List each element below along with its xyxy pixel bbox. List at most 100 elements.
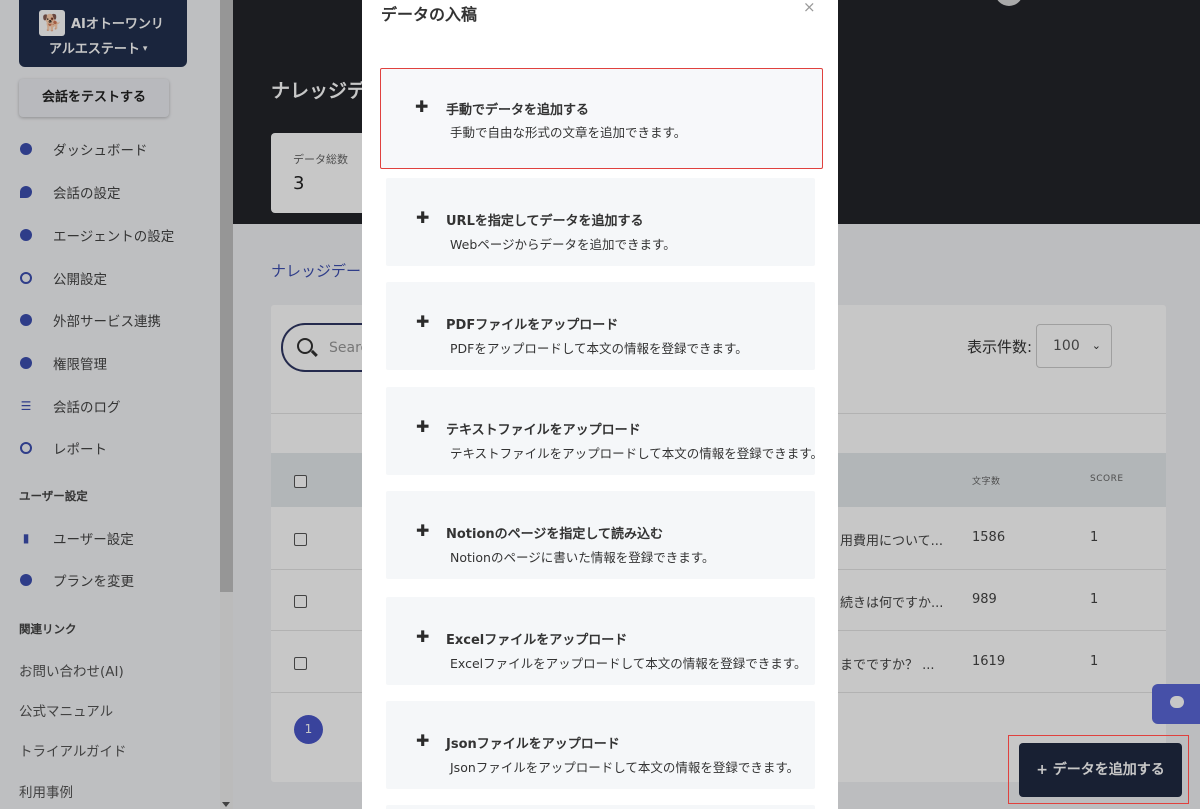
data-count-value: 3	[293, 173, 305, 194]
option-manual-add[interactable]: ✚ 手動でデータを追加する 手動で自由な形式の文章を追加できます。	[380, 68, 823, 169]
option-excel-upload[interactable]: ✚ Excelファイルをアップロード Excelファイルをアップロードして本文の…	[386, 597, 815, 685]
pagination-page-1[interactable]: 1	[294, 715, 323, 744]
plus-icon: ✚	[416, 208, 430, 227]
test-conversation-button[interactable]: 会話をテストする	[19, 79, 169, 117]
sidebar-item-user-settings[interactable]: ▮ ユーザー設定	[19, 526, 134, 550]
option-description: Jsonファイルをアップロードして本文の情報を登録できます。	[450, 760, 800, 775]
row-chars: 989	[972, 592, 997, 607]
row-snippet: 続きは何ですか...	[840, 596, 944, 611]
sidebar-item-label: 権限管理	[53, 357, 107, 373]
highlight-outline	[1008, 735, 1189, 804]
per-page-select[interactable]: 100 ⌄	[1036, 324, 1112, 368]
smiley-icon	[19, 228, 33, 242]
sidebar-item-permissions[interactable]: 権限管理	[19, 351, 107, 375]
plus-icon: ✚	[416, 627, 430, 646]
row-chars: 1619	[972, 654, 1006, 669]
option-title: テキストファイルをアップロード	[446, 423, 641, 438]
option-title: 手動でデータを追加する	[446, 103, 590, 118]
scrollbar-thumb[interactable]	[220, 0, 233, 592]
plus-icon: ✚	[415, 97, 429, 116]
sidebar-item-label: エージェントの設定	[53, 229, 175, 245]
sidebar-item-conversation-settings[interactable]: 会話の設定	[19, 180, 121, 204]
plus-icon: ✚	[416, 312, 430, 331]
sidebar-item-report[interactable]: レポート	[19, 436, 107, 460]
option-title: Jsonファイルをアップロード	[446, 737, 620, 752]
option-text-upload[interactable]: ✚ テキストファイルをアップロード テキストファイルをアップロードして本文の情報…	[386, 387, 823, 475]
sidebar-item-label: 会話のログ	[53, 400, 121, 416]
pie-chart-icon	[19, 142, 33, 156]
sidebar-item-label: 公開設定	[53, 272, 107, 288]
close-icon[interactable]: ×	[803, 0, 816, 16]
scroll-down-arrow-icon[interactable]	[222, 802, 230, 807]
breadcrumb[interactable]: ナレッジデー	[271, 260, 361, 281]
page-title: ナレッジデ	[271, 80, 367, 102]
per-page-value: 100	[1053, 338, 1080, 354]
row-score: 1	[1090, 592, 1099, 607]
search-icon	[297, 338, 313, 354]
option-json-upload[interactable]: ✚ Jsonファイルをアップロード Jsonファイルをアップロードして本文の情報…	[386, 701, 815, 789]
rocket-icon	[19, 573, 33, 587]
row-chars: 1586	[972, 530, 1006, 545]
chat-bubble-icon	[19, 185, 33, 199]
sidebar-item-label: 会話の設定	[53, 186, 121, 202]
globe-icon	[19, 271, 33, 285]
sidebar-item-change-plan[interactable]: プランを変更	[19, 568, 134, 592]
user-settings-section-title: ユーザー設定	[19, 489, 88, 503]
chevron-down-icon: ▾	[142, 44, 148, 54]
data-upload-modal: データの入稿 × ✚ 手動でデータを追加する 手動で自由な形式の文章を追加できま…	[362, 0, 838, 809]
brand-menu[interactable]: 🐕 AIオトーワンリ アルエステート ▾	[19, 0, 187, 67]
sidebar-item-agent-settings[interactable]: エージェントの設定	[19, 223, 174, 247]
sidebar-item-integrations[interactable]: 外部サービス連携	[19, 308, 161, 332]
option-title: Excelファイルをアップロード	[446, 633, 628, 648]
option-description: 手動で自由な形式の文章を追加できます。	[450, 125, 687, 140]
row-score: 1	[1090, 530, 1099, 545]
option-title: URLを指定してデータを追加する	[446, 214, 644, 229]
sidebar-item-conversation-log[interactable]: ☰ 会話のログ	[19, 394, 121, 418]
sidebar-item-label: プランを変更	[53, 574, 134, 590]
compass-icon	[19, 441, 33, 455]
option-url-add[interactable]: ✚ URLを指定してデータを追加する Webページからデータを追加できます。	[386, 178, 815, 266]
sidebar-item-publish-settings[interactable]: 公開設定	[19, 266, 107, 290]
chat-bubble-icon	[1170, 696, 1184, 708]
list-icon: ☰	[20, 399, 32, 413]
select-all-checkbox[interactable]	[294, 475, 307, 488]
brand-subname: アルエステート ▾	[49, 42, 148, 57]
user-circle-icon	[19, 356, 33, 370]
sidebar-item-label: レポート	[53, 442, 107, 458]
brand-name: AIオトーワンリ	[71, 17, 164, 32]
option-title: Notionのページを指定して読み込む	[446, 527, 664, 542]
modal-title: データの入稿	[381, 5, 478, 24]
link-official-manual[interactable]: 公式マニュアル	[19, 700, 113, 720]
option-description: PDFをアップロードして本文の情報を登録できます。	[450, 341, 748, 356]
chat-widget-button[interactable]	[1152, 684, 1200, 724]
sidebar-scrollbar[interactable]	[220, 0, 233, 809]
row-checkbox[interactable]	[294, 595, 307, 608]
per-page-label: 表示件数:	[967, 338, 1033, 356]
chevron-down-icon: ⌄	[1091, 339, 1101, 352]
option-title: PDFファイルをアップロード	[446, 318, 619, 333]
option-description: テキストファイルをアップロードして本文の情報を登録できます。	[450, 446, 824, 461]
row-snippet: 用費用について...	[840, 534, 944, 549]
related-links-section-title: 関連リンク	[19, 622, 77, 636]
brand-logo-icon: 🐕	[39, 10, 65, 36]
plus-icon: ✚	[416, 521, 430, 540]
option-pdf-upload[interactable]: ✚ PDFファイルをアップロード PDFをアップロードして本文の情報を登録できま…	[386, 282, 815, 370]
sidebar: 🐕 AIオトーワンリ アルエステート ▾ 会話をテストする ダッシュボード 会話の…	[0, 0, 220, 809]
column-header-chars[interactable]: 文字数	[972, 474, 1001, 487]
row-snippet: までですか？ ...	[840, 658, 935, 673]
option-more[interactable]	[386, 805, 815, 809]
row-checkbox[interactable]	[294, 533, 307, 546]
option-description: Excelファイルをアップロードして本文の情報を登録できます。	[450, 656, 807, 671]
column-header-score[interactable]: SCORE	[1090, 474, 1124, 484]
option-notion-import[interactable]: ✚ Notionのページを指定して読み込む Notionのページに書いた情報を登…	[386, 491, 815, 579]
option-description: Webページからデータを追加できます。	[450, 237, 676, 252]
link-contact-ai[interactable]: お問い合わせ(AI)	[19, 660, 124, 680]
plug-icon	[19, 313, 33, 327]
row-score: 1	[1090, 654, 1099, 669]
link-use-cases[interactable]: 利用事例	[19, 781, 73, 801]
data-count-label: データ総数	[293, 153, 348, 166]
sidebar-item-label: ユーザー設定	[53, 532, 134, 548]
sidebar-item-dashboard[interactable]: ダッシュボード	[19, 137, 148, 161]
link-trial-guide[interactable]: トライアルガイド	[19, 740, 126, 760]
row-checkbox[interactable]	[294, 657, 307, 670]
